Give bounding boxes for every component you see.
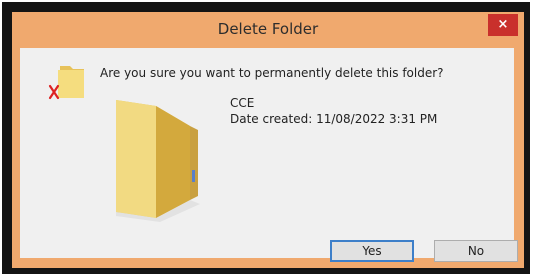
delete-folder-dialog: Delete Folder × Are you sure you want to… <box>12 12 524 268</box>
folder-icon <box>116 100 200 222</box>
no-button[interactable]: No <box>434 240 518 262</box>
dialog-body: Are you sure you want to permanently del… <box>20 48 518 262</box>
title-bar[interactable]: Delete Folder × <box>12 12 524 46</box>
close-button[interactable]: × <box>488 14 518 36</box>
close-icon: × <box>497 17 509 32</box>
confirmation-message: Are you sure you want to permanently del… <box>100 66 444 80</box>
folder-name: CCE <box>230 96 255 110</box>
screenshot-frame: Delete Folder × Are you sure you want to… <box>2 2 530 274</box>
folder-delete-icon <box>48 66 84 100</box>
folder-date-created: Date created: 11/08/2022 3:31 PM <box>230 112 438 126</box>
dialog-title: Delete Folder <box>217 20 319 38</box>
yes-button[interactable]: Yes <box>330 240 414 262</box>
